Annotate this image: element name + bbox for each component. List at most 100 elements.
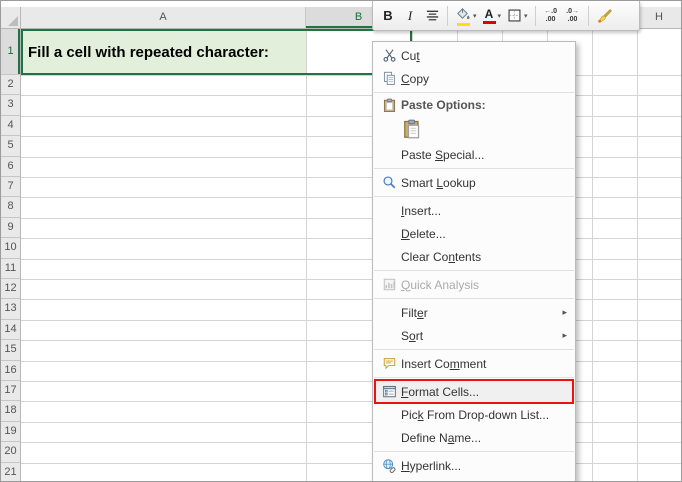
gridline-horizontal — [21, 197, 681, 199]
menu-item-label: Pick From Drop-down List... — [401, 407, 550, 422]
menu-item-label: Smart Lookup — [401, 175, 476, 190]
toolbar-separator — [534, 5, 536, 26]
menu-item-smart-lookup[interactable]: Smart Lookup — [373, 171, 575, 194]
bold-icon: B — [383, 7, 393, 23]
menu-separator — [374, 92, 574, 93]
gridline-horizontal — [21, 217, 681, 219]
menu-item-label: Sort — [401, 328, 424, 343]
toolbar-format-painter-button[interactable] — [594, 3, 614, 28]
hyperlink-icon — [377, 458, 401, 473]
toolbar-separator — [587, 5, 589, 26]
inc-decimal-icon: ←.0.00 — [544, 7, 557, 23]
dropdown-caret-icon[interactable]: ▾ — [498, 12, 502, 20]
scissors-icon — [377, 48, 401, 63]
menu-separator — [374, 377, 574, 378]
toolbar-italic-button[interactable]: I — [400, 3, 420, 28]
menu-item-label: Copy — [401, 71, 430, 86]
gridline-horizontal — [21, 299, 681, 301]
menu-separator — [374, 349, 574, 350]
dropdown-caret-icon[interactable]: ▾ — [473, 12, 477, 20]
gridline-horizontal — [21, 156, 681, 158]
menu-separator — [374, 196, 574, 197]
excel-window: ABCDEFGH 1234567891011121314151617181920… — [0, 0, 682, 482]
gridline-horizontal — [21, 340, 681, 342]
menu-item-label: Cut — [401, 48, 420, 63]
menu-item-label: Filter — [401, 305, 428, 320]
menu-item-label: Delete... — [401, 226, 446, 241]
submenu-arrow-icon: ▸ — [562, 307, 567, 317]
gridline-horizontal — [21, 177, 681, 178]
font-color-icon: A — [482, 8, 496, 24]
gridline-horizontal — [21, 319, 681, 321]
gridline-vertical — [637, 29, 638, 481]
gridline-horizontal — [21, 258, 681, 260]
dropdown-caret-icon[interactable]: ▾ — [524, 12, 528, 20]
menu-item-paste-special[interactable]: Paste Special... — [373, 143, 575, 166]
menu-item-label: Quick Analysis — [401, 277, 480, 292]
toolbar-fill-color-button[interactable]: ▾ — [453, 3, 479, 28]
toolbar-align-center-button[interactable] — [422, 3, 442, 28]
menu-item-pick-from-drop-down-list[interactable]: Pick From Drop-down List... — [373, 403, 575, 426]
borders-icon — [507, 8, 522, 23]
gridline-horizontal — [21, 279, 681, 280]
menu-item-label: Format Cells... — [401, 384, 480, 399]
context-menu: Cut Copy Paste Options: Paste Special... Sma… — [372, 41, 576, 481]
menu-item-label: Paste Special... — [401, 147, 485, 162]
cell-a1[interactable]: Fill a cell with repeated character: — [22, 30, 306, 75]
menu-item-clear-contents[interactable]: Clear Contents — [373, 245, 575, 268]
gridline-horizontal — [21, 360, 681, 362]
paste-options-row — [373, 115, 575, 143]
gridline-horizontal — [21, 401, 681, 403]
clipboard-icon — [377, 98, 401, 113]
menu-item-filter[interactable]: Filter ▸ — [373, 301, 575, 324]
gridline-vertical — [306, 29, 307, 481]
menu-separator — [374, 168, 574, 169]
toolbar-separator — [447, 5, 448, 26]
toolbar-bold-button[interactable]: B — [378, 3, 398, 28]
menu-separator — [374, 270, 574, 271]
align-icon — [425, 8, 440, 23]
menu-item-label: Define Name... — [401, 430, 482, 445]
gridline-horizontal — [21, 421, 681, 423]
gridline-vertical — [592, 29, 593, 481]
menu-item-quick-analysis[interactable]: Quick Analysis — [373, 273, 575, 296]
menu-item-cut[interactable]: Cut — [373, 44, 575, 67]
menu-label-text: Paste Options: — [401, 98, 486, 112]
toolbar-font-color-button[interactable]: A ▾ — [481, 3, 504, 28]
gridline-horizontal — [21, 381, 681, 382]
cell-a1-text: Fill a cell with repeated character: — [28, 44, 269, 61]
toolbar-increase-decimal-button[interactable]: ←.0.00 — [541, 3, 561, 28]
fill-color-bar — [456, 22, 470, 26]
gridline-horizontal — [21, 238, 681, 240]
format-cells-icon — [377, 384, 401, 399]
dec-decimal-icon: .0→ .00 — [566, 7, 579, 23]
menu-item-insert[interactable]: Insert... — [373, 199, 575, 222]
menu-item-hyperlink[interactable]: Hyperlink... — [373, 454, 575, 477]
menu-item-label: Hyperlink... — [401, 458, 462, 473]
menu-item-label: Clear Contents — [401, 249, 482, 264]
menu-item-define-name[interactable]: Define Name... — [373, 426, 575, 449]
menu-item-insert-comment[interactable]: Insert Comment — [373, 352, 575, 375]
menu-label-paste-options: Paste Options: — [373, 95, 575, 115]
gridline-horizontal — [21, 95, 681, 97]
brush-icon — [596, 8, 612, 24]
toolbar-decrease-decimal-button[interactable]: .0→ .00 — [563, 3, 583, 28]
menu-item-copy[interactable]: Copy — [373, 67, 575, 90]
lookup-icon — [377, 175, 401, 190]
menu-item-delete[interactable]: Delete... — [373, 222, 575, 245]
mini-toolbar: B I ▾ A ▾ ▾ ←.0.00.0→ .00 — [372, 1, 640, 31]
menu-item-sort[interactable]: Sort ▸ — [373, 324, 575, 347]
comment-icon — [377, 356, 401, 371]
menu-separator — [374, 451, 574, 452]
menu-item-label: Insert... — [401, 203, 442, 218]
gridline-horizontal — [21, 462, 681, 464]
menu-item-format-cells[interactable]: Format Cells... — [373, 379, 575, 404]
gridline-horizontal — [21, 115, 681, 117]
copy-icon — [377, 71, 401, 86]
submenu-arrow-icon: ▸ — [562, 330, 567, 340]
italic-icon: I — [407, 7, 413, 23]
gridline-horizontal — [21, 136, 681, 138]
toolbar-borders-button[interactable]: ▾ — [505, 3, 530, 28]
gridline-horizontal — [21, 442, 681, 444]
paste-option-paste-button[interactable] — [399, 116, 425, 142]
